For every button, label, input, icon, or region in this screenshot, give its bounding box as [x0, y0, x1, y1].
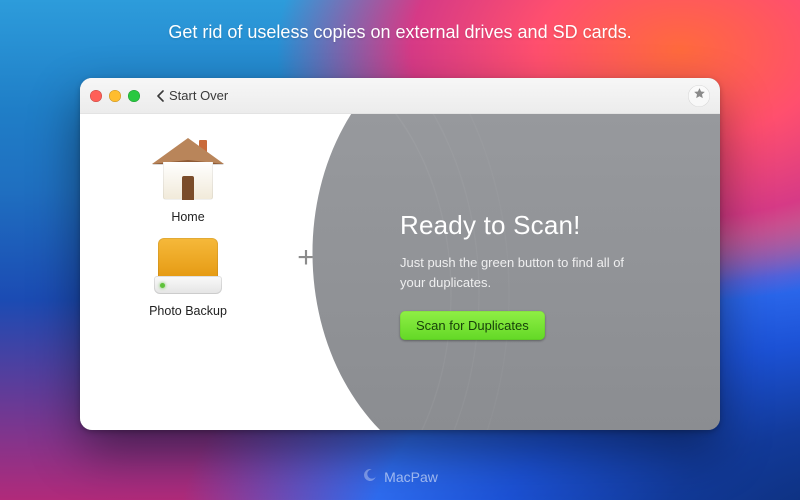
external-drive-icon — [152, 234, 224, 298]
marketing-tagline: Get rid of useless copies on external dr… — [0, 22, 800, 43]
star-icon — [693, 87, 706, 105]
brand-footer: MacPaw — [0, 467, 800, 486]
window-controls — [90, 90, 140, 102]
titlebar: Start Over — [80, 78, 720, 114]
ready-subtitle: Just push the green button to find all o… — [400, 253, 630, 293]
chevron-left-icon — [156, 90, 165, 102]
start-over-button[interactable]: Start Over — [156, 88, 228, 103]
close-window-button[interactable] — [90, 90, 102, 102]
app-window: Ready to Scan! Just push the green butto… — [80, 78, 720, 430]
favorite-button[interactable] — [688, 85, 710, 107]
home-folder-icon — [149, 138, 227, 204]
scan-for-duplicates-button[interactable]: Scan for Duplicates — [400, 311, 545, 340]
ready-title: Ready to Scan! — [400, 210, 690, 241]
macpaw-logo-icon — [362, 467, 378, 486]
source-label: Photo Backup — [149, 304, 227, 318]
source-item-drive[interactable]: Photo Backup — [149, 234, 227, 318]
minimize-window-button[interactable] — [109, 90, 121, 102]
source-label: Home — [171, 210, 204, 224]
brand-name: MacPaw — [384, 469, 438, 485]
source-item-home[interactable]: Home — [149, 138, 227, 224]
zoom-window-button[interactable] — [128, 90, 140, 102]
start-over-label: Start Over — [169, 88, 228, 103]
